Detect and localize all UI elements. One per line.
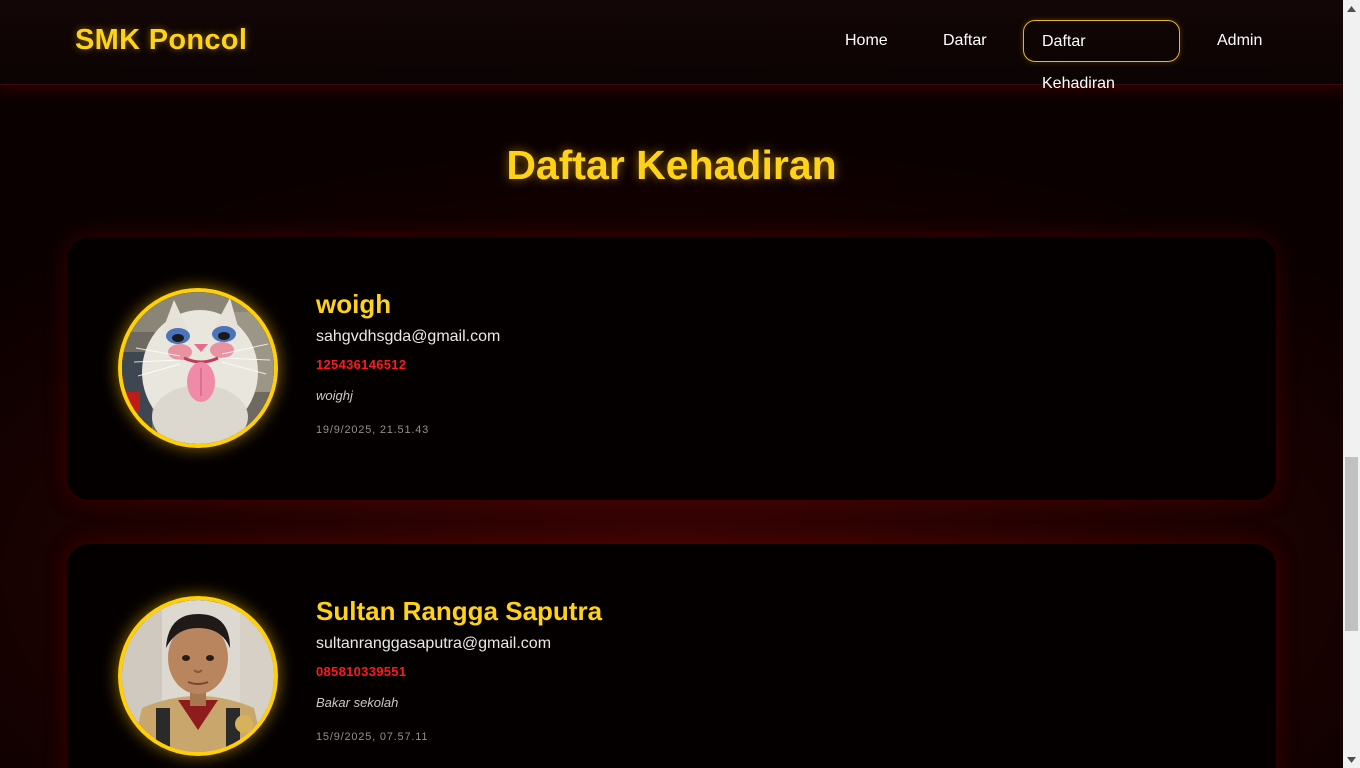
scrollbar-thumb[interactable]	[1345, 457, 1358, 631]
attendance-card: Sultan Rangga Saputra sultanranggasaputr…	[67, 544, 1276, 768]
nav-link-home[interactable]: Home	[845, 20, 888, 62]
attendee-message: Bakar sekolah	[316, 695, 399, 710]
attendee-name: Sultan Rangga Saputra	[316, 596, 603, 626]
scroll-up-arrow-icon[interactable]	[1343, 0, 1360, 17]
avatar	[118, 288, 278, 448]
brand-logo[interactable]: SMK Poncol	[75, 24, 247, 57]
navbar: SMK Poncol Home Daftar Daftar Kehadiran …	[0, 0, 1343, 92]
attendance-card: woigh sahgvdhsgda@gmail.com 125436146512…	[67, 237, 1276, 500]
attendee-name: woigh	[316, 289, 392, 319]
attendance-info: woigh sahgvdhsgda@gmail.com 125436146512…	[316, 287, 500, 437]
nav-link-daftar-kehadiran[interactable]: Daftar Kehadiran	[1023, 20, 1180, 92]
attendance-info: Sultan Rangga Saputra sultanranggasaputr…	[316, 594, 602, 744]
attendee-email: sultanranggasaputra@gmail.com	[316, 635, 552, 652]
attendance-timestamp: 15/9/2025, 07.57.11	[316, 731, 429, 743]
attendee-message: woighj	[316, 388, 353, 403]
page-title: Daftar Kehadiran	[506, 142, 837, 188]
cat-photo-image	[122, 292, 274, 444]
person-photo-image	[122, 600, 274, 752]
attendee-phone: 125436146512	[316, 357, 407, 372]
page: SMK Poncol Home Daftar Daftar Kehadiran …	[0, 0, 1343, 768]
attendee-email: sahgvdhsgda@gmail.com	[316, 328, 501, 345]
nav-link-admin[interactable]: Admin	[1217, 20, 1262, 62]
nav-link-daftar[interactable]: Daftar	[943, 20, 987, 62]
avatar	[118, 596, 278, 756]
attendee-phone: 085810339551	[316, 664, 407, 679]
vertical-scrollbar[interactable]	[1343, 0, 1360, 768]
scroll-down-arrow-icon[interactable]	[1343, 751, 1360, 768]
attendance-timestamp: 19/9/2025, 21.51.43	[316, 424, 430, 436]
